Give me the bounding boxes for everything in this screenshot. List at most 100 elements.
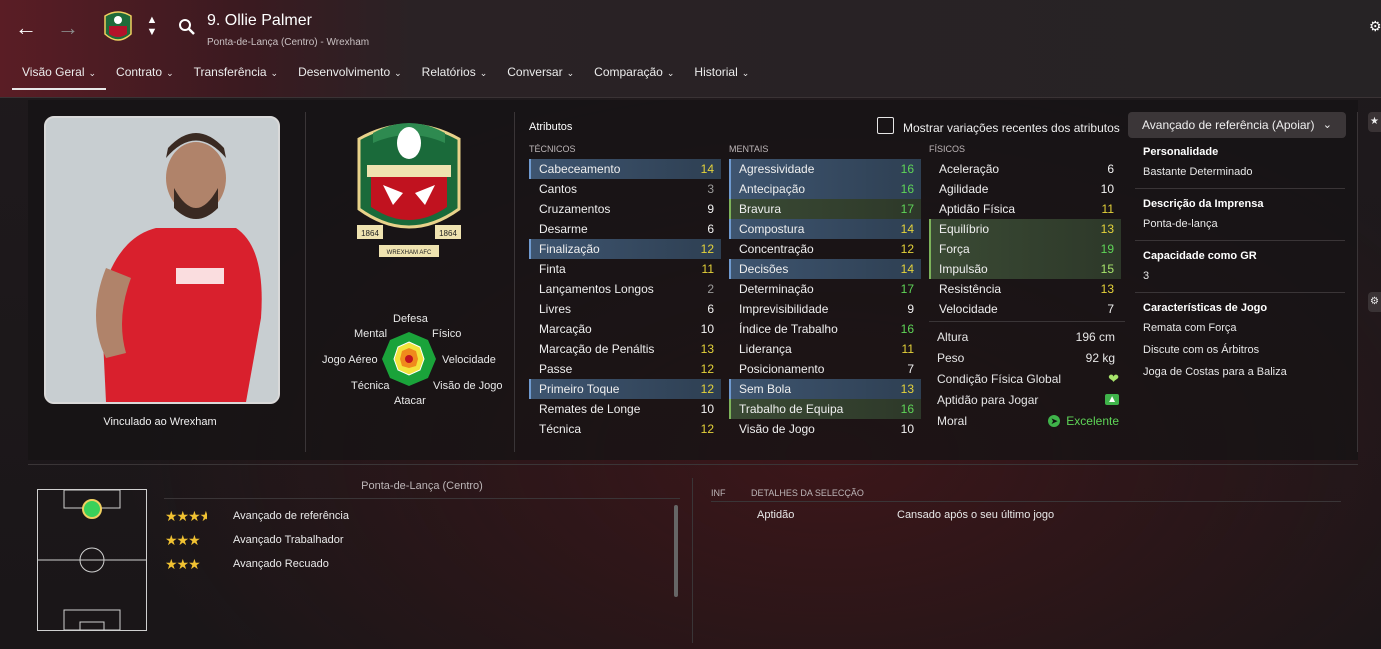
attribute-value: 12 (700, 362, 714, 376)
trait-item: Remata com Força (1143, 322, 1237, 334)
role-rating-row[interactable]: ★★★ Avançado Trabalhador (165, 530, 344, 550)
attribute-value: 10 (700, 402, 714, 416)
attribute-value: 12 (900, 242, 914, 256)
tab-label: Contrato (116, 65, 163, 79)
attribute-name: Finalização (539, 242, 600, 256)
attribute-value: 9 (907, 302, 914, 316)
heart-icon: ❤ (1108, 370, 1119, 386)
tab-label: Desenvolvimento (298, 65, 391, 79)
attribute-row[interactable]: Finta 11 (529, 259, 721, 279)
attribute-row[interactable]: Força 19 (929, 239, 1121, 259)
trophy-icon[interactable]: ★ (1368, 112, 1381, 132)
club-crest-icon[interactable] (102, 8, 134, 46)
attribute-row[interactable]: Impulsão 15 (929, 259, 1121, 279)
player-switch-icon[interactable]: ▲ ▼ (145, 14, 159, 42)
tab-overview[interactable]: Visão Geral ⌄ (12, 60, 107, 90)
attribute-value: 7 (907, 362, 914, 376)
attribute-row[interactable]: Visão de Jogo 10 (729, 419, 921, 439)
attribute-name: Compostura (739, 222, 805, 236)
attribute-row[interactable]: Livres 6 (529, 299, 721, 319)
attribute-value: 12 (700, 382, 714, 396)
attribute-row[interactable]: Sem Bola 13 (729, 379, 921, 399)
attribute-row[interactable]: Bravura 17 (729, 199, 921, 219)
attribute-row[interactable]: Passe 12 (529, 359, 721, 379)
scrollbar[interactable] (674, 505, 678, 597)
globe-icon[interactable]: ⚙ (1369, 18, 1381, 36)
back-arrow-icon[interactable]: ← (12, 14, 40, 42)
tab-label: Conversar (507, 65, 563, 79)
attribute-value: 12 (700, 242, 714, 256)
attribute-row[interactable]: Lançamentos Longos 2 (529, 279, 721, 299)
role-rating-row[interactable]: ★★★★ Avançado de referência (165, 506, 349, 526)
attribute-row[interactable]: Resistência 13 (929, 279, 1121, 299)
tab-history[interactable]: Historial ⌄ (684, 60, 759, 90)
attribute-value: 16 (900, 162, 914, 176)
attribute-row[interactable]: Imprevisibilidade 9 (729, 299, 921, 319)
header-bar: ← → ▲ ▼ 9. Ollie Palmer Ponta-de-Lança (C… (0, 0, 1381, 98)
star-rating-icon: ★★★★ (165, 507, 207, 524)
tab-development[interactable]: Desenvolvimento ⌄ (288, 60, 412, 90)
attribute-row[interactable]: Liderança 11 (729, 339, 921, 359)
attribute-row[interactable]: Índice de Trabalho 16 (729, 319, 921, 339)
tab-label: Relatórios (421, 65, 476, 79)
attribute-row[interactable]: Remates de Longe 10 (529, 399, 721, 419)
attribute-row[interactable]: Primeiro Toque 12 (529, 379, 721, 399)
attribute-row[interactable]: Cruzamentos 9 (529, 199, 721, 219)
attribute-row[interactable]: Agressividade 16 (729, 159, 921, 179)
attribute-value: 14 (900, 262, 914, 276)
role-rating-row[interactable]: ★★★ Avançado Recuado (165, 554, 329, 574)
attribute-name: Equilíbrio (939, 222, 990, 236)
attribute-row[interactable]: Trabalho de Equipa 16 (729, 399, 921, 419)
club-crest-large-icon: 1864 1864 WREXHAM AFC (357, 123, 461, 257)
position-marker[interactable] (82, 499, 102, 519)
attribute-value: 19 (1100, 242, 1114, 256)
trait-item: Discute com os Árbitros (1143, 344, 1260, 356)
attribute-row[interactable]: Determinação 17 (729, 279, 921, 299)
attribute-row[interactable]: Aceleração 6 (929, 159, 1121, 179)
tab-interact[interactable]: Conversar ⌄ (497, 60, 584, 90)
sharpness-row: Aptidão para Jogar ▲ (929, 389, 1123, 410)
attribute-value: 10 (1100, 182, 1114, 196)
attribute-row[interactable]: Finalização 12 (529, 239, 721, 259)
forward-arrow-icon[interactable]: → (54, 14, 82, 42)
attribute-row[interactable]: Aptidão Física 11 (929, 199, 1121, 219)
attribute-row[interactable]: Marcação 10 (529, 319, 721, 339)
attribute-row[interactable]: Velocidade 7 (929, 299, 1121, 319)
attribute-value: 3 (707, 182, 714, 196)
tab-reports[interactable]: Relatórios ⌄ (412, 60, 498, 90)
attribute-row[interactable]: Cabeceamento 14 (529, 159, 721, 179)
player-info: Personalidade Bastante Determinado Descr… (1135, 140, 1345, 378)
settings-icon[interactable]: ⚙ (1368, 292, 1381, 312)
attribute-row[interactable]: Agilidade 10 (929, 179, 1121, 199)
variations-checkbox[interactable] (877, 117, 894, 134)
attribute-value: 7 (1107, 302, 1114, 316)
tab-transfer[interactable]: Transferência ⌄ (184, 60, 288, 90)
attribute-value: 11 (701, 262, 714, 276)
chevron-down-icon: ⌄ (566, 68, 575, 78)
attribute-name: Lançamentos Longos (539, 282, 654, 296)
attribute-row[interactable]: Cantos 3 (529, 179, 721, 199)
divider (692, 478, 693, 643)
attribute-row[interactable]: Marcação de Penáltis 13 (529, 339, 721, 359)
search-icon[interactable] (178, 18, 196, 36)
attribute-name: Trabalho de Equipa (739, 402, 844, 416)
role-dropdown[interactable]: Avançado de referência (Apoiar) ⌄ (1128, 112, 1346, 138)
attribute-row[interactable]: Desarme 6 (529, 219, 721, 239)
attribute-row[interactable]: Posicionamento 7 (729, 359, 921, 379)
tab-comparison[interactable]: Comparação ⌄ (584, 60, 684, 90)
attribute-name: Posicionamento (739, 362, 825, 376)
tab-contract[interactable]: Contrato ⌄ (106, 60, 184, 90)
attribute-row[interactable]: Decisões 14 (729, 259, 921, 279)
condition-label: Condição Física Global (937, 371, 1062, 386)
chevron-down-icon: ⌄ (1322, 119, 1332, 131)
attribute-row[interactable]: Antecipação 16 (729, 179, 921, 199)
attribute-value: 17 (900, 282, 914, 296)
attribute-row[interactable]: Concentração 12 (729, 239, 921, 259)
attribute-value: 13 (1100, 222, 1114, 236)
tab-label: Visão Geral (22, 65, 85, 79)
attribute-row[interactable]: Compostura 14 (729, 219, 921, 239)
attribute-row[interactable]: Técnica 12 (529, 419, 721, 439)
attribute-value: 12 (700, 422, 714, 436)
attribute-name: Antecipação (739, 182, 806, 196)
attribute-row[interactable]: Equilíbrio 13 (929, 219, 1121, 239)
